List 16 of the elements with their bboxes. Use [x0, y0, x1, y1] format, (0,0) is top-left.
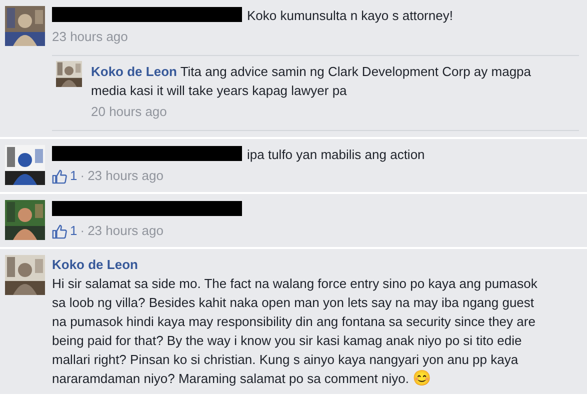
comment-text: Hi sir salamat sa side mo. The fact na walang force entry sino po kaya ang pumasok sa loob ng villa? Besides kahit naka open man yon lets say na may iba ngang guest na pumasok hindi kaya may responsibility din ang fontana sa security since they are being paid for that? By the way i know you sir kasi kamag anak niyo po si tito edie mallari right? Pinsan ko si christian. Kung s ainyo kaya nangyari yon anu pp kaya nararamdaman niyo? Maraming salamat po sa comment niyo. 😊 [52, 276, 538, 386]
comment-text: ipa tulfo yan mabilis ang action [247, 147, 425, 162]
timestamp[interactable]: 23 hours ago [88, 166, 164, 186]
timestamp[interactable]: 23 hours ago [88, 221, 164, 241]
separator-dot: · [80, 167, 85, 185]
separator-dot: · [80, 222, 85, 240]
comment-text: Koko de Leon Tita ang advice samin ng Clark Development Corp ay magpa media kasi it will take years kapag lawyer pa [91, 63, 532, 100]
timestamp[interactable]: 20 hours ago [91, 102, 167, 122]
timestamp[interactable]: 23 hours ago [52, 27, 128, 47]
author-name[interactable]: Koko de Leon [52, 255, 544, 274]
like-count[interactable]: 1 [70, 166, 78, 186]
comment-text: Koko kumunsulta n kayo s attorney! [247, 8, 453, 23]
like-count[interactable]: 1 [70, 221, 78, 241]
author-name[interactable]: Koko de Leon [91, 64, 177, 79]
thumbs-up-icon[interactable] [52, 224, 67, 238]
thumbs-up-icon[interactable] [52, 168, 67, 184]
